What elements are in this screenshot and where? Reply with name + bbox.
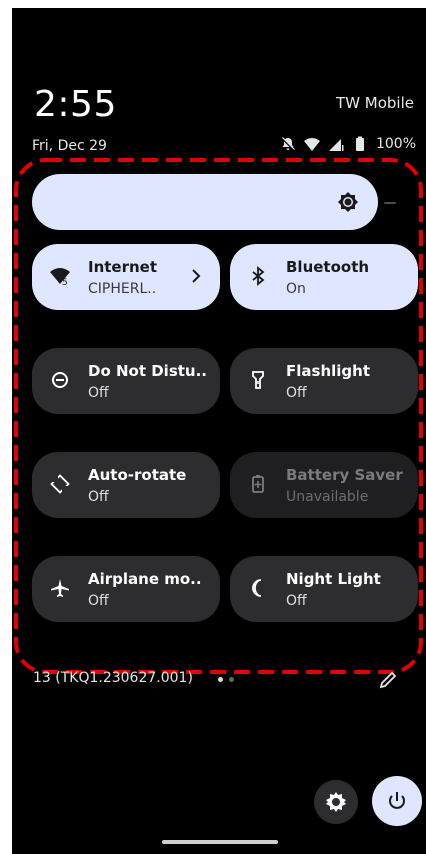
page-dot [229, 677, 234, 682]
tile-do-not-disturb[interactable]: Do Not Distu.. Off [32, 348, 220, 414]
tile-airplane-title: Airplane mo.. [88, 570, 202, 588]
tile-bluetooth-subtitle: On [286, 281, 306, 297]
battery-percent: 100% [375, 136, 416, 152]
page-dot-active [218, 677, 223, 682]
tile-battery-saver[interactable]: Battery Saver Unavailable [230, 452, 418, 518]
tile-auto-rotate-title: Auto-rotate [88, 466, 187, 484]
tile-night-light[interactable]: Night Light Off [230, 556, 418, 622]
airplane-icon [51, 579, 69, 597]
bluetooth-icon [252, 266, 265, 286]
page-indicator [218, 677, 234, 682]
do-not-disturb-icon [52, 372, 68, 388]
tile-bluetooth[interactable]: Bluetooth On [230, 244, 418, 310]
brightness-slider[interactable] [32, 174, 378, 230]
status-icons: 100% [280, 136, 416, 152]
tile-night-light-subtitle: Off [286, 593, 307, 609]
tile-internet[interactable]: 5 Internet CIPHERL.. [32, 244, 220, 310]
chevron-right-icon[interactable] [188, 268, 204, 284]
tile-flashlight-subtitle: Off [286, 385, 307, 401]
tile-flashlight-title: Flashlight [286, 362, 370, 380]
tile-night-light-title: Night Light [286, 570, 381, 588]
home-indicator[interactable] [162, 840, 278, 844]
tile-dnd-subtitle: Off [88, 385, 109, 401]
flashlight-icon [252, 371, 264, 389]
auto-rotate-icon [50, 474, 70, 494]
tile-battery-saver-title: Battery Saver [286, 466, 403, 484]
carrier-name: TW Mobile [336, 94, 414, 112]
clock-time[interactable]: 2:55 [34, 84, 117, 125]
battery-icon [355, 136, 364, 151]
wifi-status-icon [303, 138, 320, 151]
gear-icon [326, 792, 346, 812]
tile-airplane-subtitle: Off [88, 593, 109, 609]
wifi-icon: 5 [50, 268, 70, 286]
tile-battery-saver-subtitle: Unavailable [286, 489, 369, 505]
quick-settings-panel: 2:55 TW Mobile Fri, Dec 29 100% 5 Intern… [12, 8, 426, 854]
cell-signal-icon [328, 139, 344, 151]
tile-internet-title: Internet [88, 258, 158, 276]
tile-auto-rotate-subtitle: Off [88, 489, 109, 505]
tile-auto-rotate[interactable]: Auto-rotate Off [32, 452, 220, 518]
night-light-icon [252, 579, 262, 597]
power-icon [389, 792, 405, 809]
tile-dnd-title: Do Not Distu.. [88, 362, 207, 380]
svg-text:5: 5 [62, 278, 68, 286]
settings-button[interactable] [314, 780, 358, 824]
build-number[interactable]: 13 (TKQ1.230627.001) [33, 670, 193, 686]
battery-saver-icon [252, 475, 264, 493]
date-text[interactable]: Fri, Dec 29 [32, 138, 107, 154]
mute-alarm-icon [281, 137, 295, 151]
tile-bluetooth-title: Bluetooth [286, 258, 370, 276]
tile-internet-subtitle: CIPHERL.. [88, 281, 157, 297]
tile-flashlight[interactable]: Flashlight Off [230, 348, 418, 414]
brightness-track [384, 202, 396, 204]
edit-pencil-icon[interactable] [378, 670, 398, 690]
screenshot-frame: 2:55 TW Mobile Fri, Dec 29 100% 5 Intern… [0, 0, 426, 854]
brightness-icon [338, 192, 358, 212]
tile-airplane-mode[interactable]: Airplane mo.. Off [32, 556, 220, 622]
power-button[interactable] [372, 776, 422, 826]
